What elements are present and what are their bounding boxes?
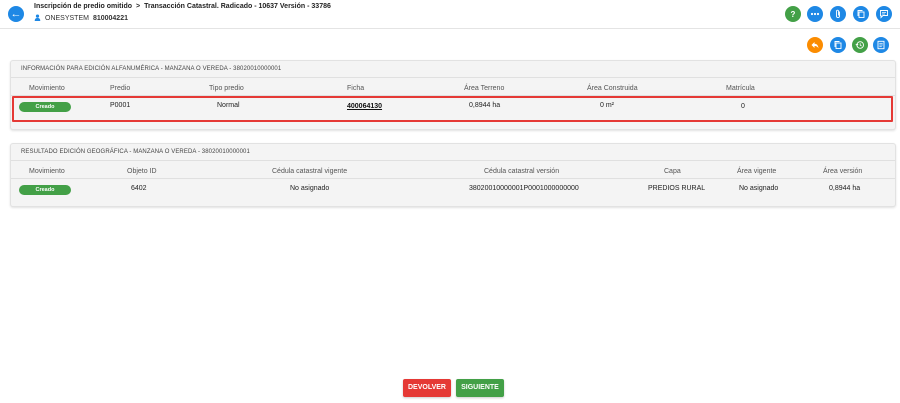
- back-arrow-icon[interactable]: ←: [8, 6, 24, 22]
- help-button[interactable]: ?: [785, 6, 801, 22]
- cell-area-vigente: No asignado: [739, 185, 779, 192]
- user-name: ONESYSTEM: [45, 15, 89, 22]
- col-header-tipo-predio: Tipo predio: [209, 85, 244, 92]
- cell-cedula-vigente: No asignado: [290, 185, 330, 192]
- panel-divider: [11, 77, 895, 78]
- devolver-button[interactable]: DEVOLVER: [403, 379, 451, 397]
- top-header: ← Inscripción de predio omitido > Transacc…: [0, 0, 900, 29]
- user-icon: [34, 14, 41, 21]
- breadcrumb-item-inscripcion[interactable]: Inscripción de predio omitido: [34, 3, 132, 10]
- cell-cedula-version: 38020010000001P0001000000000: [469, 185, 579, 192]
- comment-button[interactable]: [876, 6, 892, 22]
- col-header-area-vigente: Área vigente: [737, 168, 777, 175]
- history-icon: [855, 41, 864, 49]
- document-button[interactable]: [873, 37, 889, 53]
- cell-objeto-id: 6402: [131, 185, 147, 192]
- duplicate-button[interactable]: [830, 37, 846, 53]
- col-header-capa: Capa: [664, 168, 681, 175]
- col-header-area-version: Área versión: [823, 168, 863, 175]
- cell-area-version: 0,8944 ha: [829, 185, 861, 192]
- panel-geografica: RESULTADO EDICIÓN GEOGRÁFICA - MANZANA O…: [10, 143, 896, 207]
- copy-icon: [857, 10, 865, 18]
- col-header-cedula-vigente: Cédula catastral vigente: [272, 168, 348, 175]
- reply-button[interactable]: [807, 37, 823, 53]
- document-icon: [877, 40, 885, 50]
- more-icon: [810, 12, 820, 16]
- row-highlight: [12, 96, 893, 122]
- siguiente-button[interactable]: SIGUIENTE: [456, 379, 504, 397]
- cell-capa: PREDIOS RURAL: [648, 185, 706, 192]
- copy-icon: [834, 41, 842, 49]
- panel-geografica-title: RESULTADO EDICIÓN GEOGRÁFICA - MANZANA O…: [21, 149, 250, 155]
- svg-text:?: ?: [791, 10, 796, 19]
- panel-divider: [11, 160, 895, 161]
- col-header-area-construida: Área Construida: [587, 85, 638, 92]
- user-id: 810004221: [92, 15, 128, 22]
- attachment-icon: [836, 9, 840, 19]
- user-info: ONESYSTEM 810004221: [34, 14, 128, 22]
- col-header-cedula-version: Cédula catastral versión: [484, 168, 560, 175]
- breadcrumb: Inscripción de predio omitido > Transacció…: [34, 3, 331, 10]
- attachment-button[interactable]: [830, 6, 846, 22]
- history-button[interactable]: [852, 37, 868, 53]
- panel-alfanumerica-title: INFORMACIÓN PARA EDICIÓN ALFANUMÉRICA - …: [21, 66, 282, 72]
- header-divider: [11, 178, 895, 179]
- col-header-predio: Predio: [110, 85, 131, 92]
- col-header-objeto-id: Objeto ID: [127, 168, 157, 175]
- col-header-matricula: Matrícula: [726, 85, 755, 92]
- copy-button[interactable]: [853, 6, 869, 22]
- more-button[interactable]: [807, 6, 823, 22]
- col-header-ficha: Ficha: [347, 85, 365, 92]
- col-header-area-terreno: Área Terreno: [464, 85, 505, 92]
- comment-icon: [880, 10, 888, 19]
- status-badge: Creado: [19, 185, 71, 195]
- breadcrumb-separator: >: [136, 3, 141, 10]
- col-header-movimiento: Movimiento: [29, 168, 65, 175]
- help-icon: ?: [791, 10, 796, 19]
- reply-icon: [811, 42, 819, 49]
- breadcrumb-item-transaccion: Transacción Catastral. Radicado - 10637 …: [144, 3, 331, 10]
- col-header-movimiento: Movimiento: [29, 85, 65, 92]
